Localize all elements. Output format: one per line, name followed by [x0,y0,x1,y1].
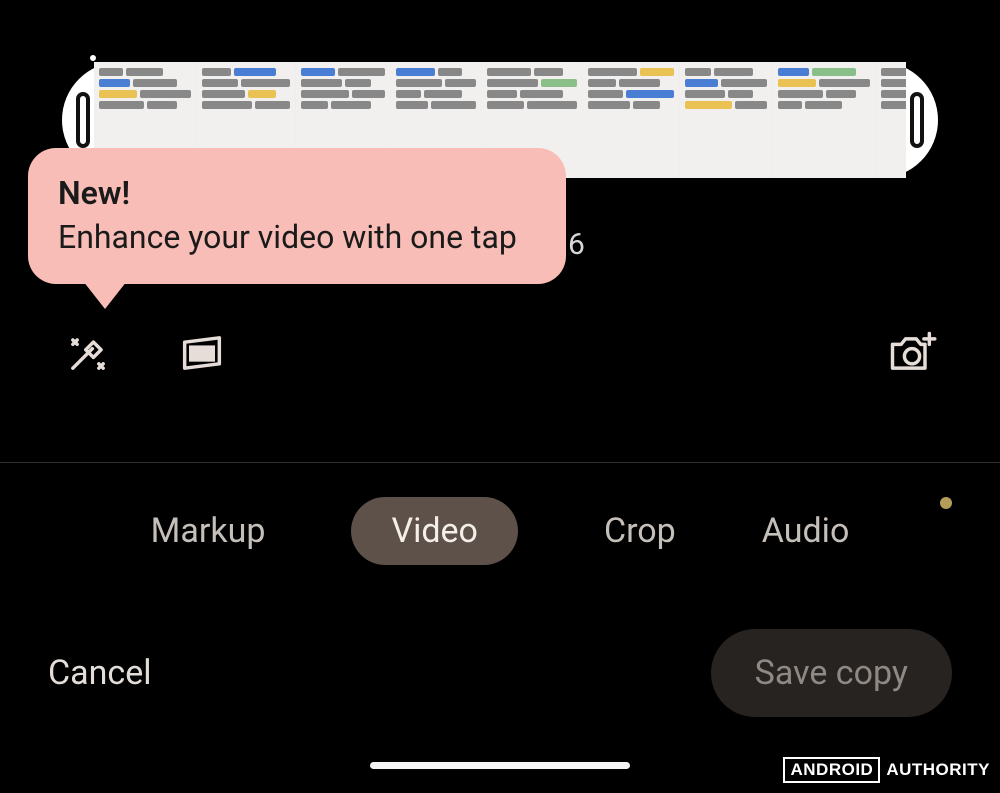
tab-video[interactable]: Video [351,497,518,565]
camera-plus-icon [886,327,938,383]
cancel-button[interactable]: Cancel [48,653,152,693]
trim-handle-right[interactable] [910,92,924,148]
video-editor-screen: 6 New! Enhance your video with one tap [0,0,1000,793]
frame-icon [176,327,228,383]
section-divider [0,462,1000,463]
audio-tab-badge [940,497,952,509]
tab-crop[interactable]: Crop [604,511,676,551]
tooltip-title: New! [58,174,536,212]
tooltip-tail [83,281,127,309]
action-row: Cancel Save copy [0,628,1000,718]
watermark: ANDROID AUTHORITY [783,757,990,783]
frame-export-button[interactable] [884,327,940,383]
tab-audio[interactable]: Audio [762,511,850,551]
tooltip-body: Enhance your video with one tap [58,218,536,256]
trim-handle-left[interactable] [76,92,90,148]
magic-wand-icon [62,327,114,383]
timeline-frame[interactable] [875,62,906,178]
timeline-frame[interactable] [772,62,875,178]
tab-markup[interactable]: Markup [151,511,266,551]
watermark-rest: AUTHORITY [886,760,990,780]
timeline-frame[interactable] [679,62,772,178]
editor-tabs: Markup Video Crop Audio [0,492,1000,570]
enhance-tooltip: New! Enhance your video with one tap [28,148,566,284]
watermark-boxed: ANDROID [783,757,880,783]
frame-button[interactable] [174,327,230,383]
home-indicator[interactable] [370,762,630,769]
playhead-tick [90,55,96,61]
timestamp-fragment: 6 [568,227,585,262]
enhance-button[interactable] [60,327,116,383]
tool-row [0,320,1000,390]
save-copy-button[interactable]: Save copy [711,629,952,717]
timeline-frame[interactable] [582,62,679,178]
